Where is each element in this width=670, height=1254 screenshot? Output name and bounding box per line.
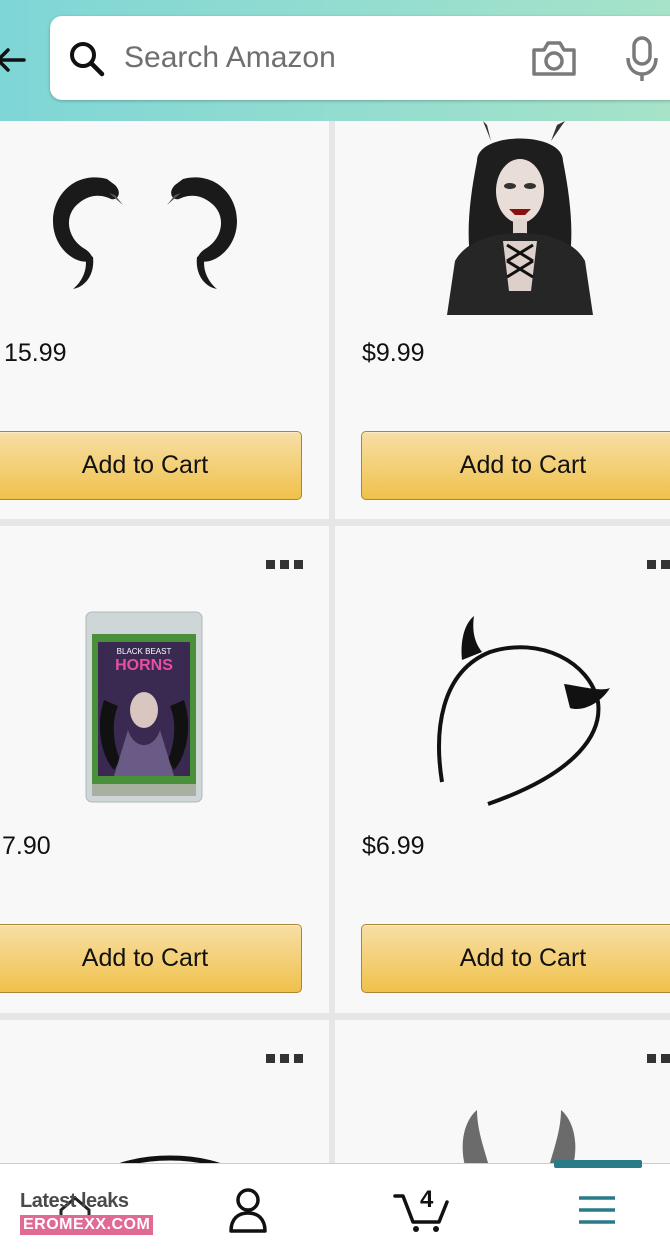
product-card[interactable] bbox=[335, 1020, 670, 1180]
product-price: $9.99 bbox=[362, 339, 425, 367]
devil-headband-image[interactable] bbox=[430, 612, 620, 812]
costume-model-image[interactable] bbox=[447, 121, 593, 315]
product-price: 7.90 bbox=[2, 832, 51, 860]
more-options-icon[interactable] bbox=[266, 1052, 306, 1064]
product-card[interactable]: $9.99 Add to Cart bbox=[335, 121, 670, 519]
product-price: $6.99 bbox=[362, 832, 425, 860]
cart-count-badge: 4 bbox=[420, 1186, 434, 1213]
search-bar[interactable] bbox=[50, 16, 670, 100]
horns-partial-image[interactable] bbox=[455, 1106, 585, 1166]
nav-cart[interactable]: 4 bbox=[347, 1164, 497, 1254]
package-line2: HORNS bbox=[115, 657, 173, 674]
product-card[interactable]: BLACK BEAST HORNS 7.90 Add to Cart bbox=[0, 526, 329, 1013]
product-card[interactable] bbox=[0, 1020, 329, 1180]
watermark: Latest leaks EROMEXX.COM bbox=[20, 1190, 154, 1235]
product-price: 15.99 bbox=[4, 339, 67, 367]
back-arrow-icon[interactable] bbox=[0, 40, 28, 80]
microphone-icon[interactable] bbox=[624, 36, 660, 82]
more-options-icon[interactable] bbox=[647, 1052, 670, 1064]
bottom-navigation: Latest leaks EROMEXX.COM 4 bbox=[0, 1160, 670, 1254]
user-icon bbox=[229, 1187, 267, 1233]
add-to-cart-button[interactable]: Add to Cart bbox=[0, 431, 302, 500]
product-grid: 15.99 Add to Cart $9.99 Add to Cart BLAC… bbox=[0, 0, 670, 1254]
add-to-cart-button[interactable]: Add to Cart bbox=[361, 431, 670, 500]
search-icon[interactable] bbox=[68, 40, 106, 78]
product-card[interactable]: $6.99 Add to Cart bbox=[335, 526, 670, 1013]
app-root: 15.99 Add to Cart $9.99 Add to Cart BLAC… bbox=[0, 0, 670, 1254]
hamburger-menu-icon bbox=[579, 1195, 615, 1224]
add-to-cart-button[interactable]: Add to Cart bbox=[361, 924, 670, 993]
package-line1: BLACK BEAST bbox=[117, 647, 172, 656]
ram-horns-image[interactable] bbox=[45, 163, 245, 303]
watermark-line1: Latest leaks bbox=[20, 1190, 129, 1212]
watermark-line2: EROMEXX.COM bbox=[20, 1215, 154, 1235]
add-to-cart-button[interactable]: Add to Cart bbox=[0, 924, 302, 993]
nav-menu[interactable] bbox=[522, 1164, 670, 1254]
product-card[interactable]: 15.99 Add to Cart bbox=[0, 121, 329, 519]
more-options-icon[interactable] bbox=[266, 558, 306, 570]
nav-account[interactable] bbox=[173, 1164, 323, 1254]
search-header bbox=[0, 0, 670, 121]
more-options-icon[interactable] bbox=[647, 558, 670, 570]
search-input[interactable] bbox=[124, 34, 484, 82]
camera-icon[interactable] bbox=[530, 38, 578, 78]
packaged-horns-image[interactable]: BLACK BEAST HORNS bbox=[84, 610, 204, 804]
